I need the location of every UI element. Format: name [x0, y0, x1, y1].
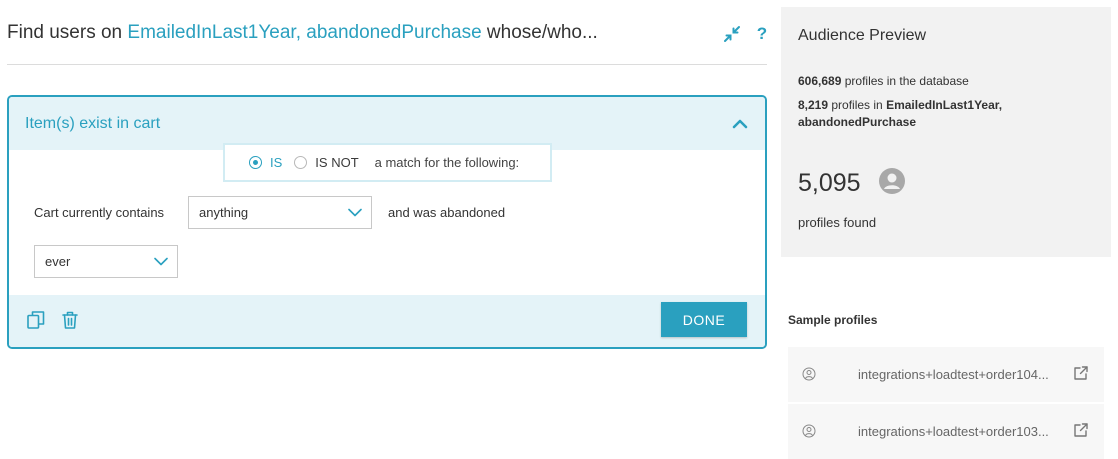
done-button[interactable]: DONE [661, 302, 747, 337]
sample-profiles-title: Sample profiles [788, 313, 878, 327]
segment-builder: Find users on EmailedInLast1Year, abando… [0, 0, 775, 458]
user-icon [879, 168, 905, 194]
radio-is-not-label[interactable]: IS NOT [315, 155, 358, 170]
cart-contents-select[interactable]: anything [188, 196, 372, 229]
radio-is-not[interactable] [294, 156, 308, 169]
found-label: profiles found [798, 215, 877, 230]
segment-count: 8,219 [798, 98, 829, 112]
radio-is[interactable] [249, 156, 262, 169]
segment-profiles-line: 8,219 profiles in EmailedInLast1Year, [798, 97, 1002, 114]
db-count: 606,689 [798, 74, 842, 88]
abandoned-label: and was abandoned [388, 205, 506, 220]
builder-header: Find users on EmailedInLast1Year, abando… [7, 0, 767, 65]
db-profiles-line: 606,689 profiles in the database [798, 73, 969, 90]
cart-contents-value: anything [199, 205, 249, 220]
radio-is-label[interactable]: IS [270, 155, 282, 170]
sample-profile-item[interactable]: integrations+loadtest+order104... [788, 347, 1104, 402]
segment-name-line2-row: abandonedPurchase [798, 114, 916, 131]
title-suffix: whose/who... [481, 22, 598, 43]
match-toggle: IS IS NOT a match for the following: [223, 143, 552, 182]
chevron-down-icon [154, 257, 168, 266]
sample-profile-item[interactable]: integrations+loadtest+order103... [788, 404, 1104, 459]
abandoned-time-select[interactable]: ever [34, 245, 178, 278]
help-icon[interactable]: ? [752, 24, 772, 44]
title-prefix: Find users on [7, 22, 128, 43]
audience-preview-panel: Audience Preview 606,689 profiles in the… [781, 7, 1111, 257]
match-text: a match for the following: [374, 155, 520, 170]
condition-title: Item(s) exist in cart [25, 115, 161, 132]
sample-profile-email: integrations+loadtest+order103... [858, 424, 1049, 439]
condition-card: Item(s) exist in cart IS IS NOT a match … [7, 95, 767, 349]
preview-title: Audience Preview [798, 27, 927, 44]
db-text: profiles in the database [841, 74, 969, 88]
chevron-down-icon [348, 208, 362, 217]
page-title: Find users on EmailedInLast1Year, abando… [7, 22, 598, 44]
chevron-up-icon[interactable] [731, 117, 749, 131]
segment-names-link[interactable]: EmailedInLast1Year, abandonedPurchase [127, 22, 481, 43]
user-outline-icon [802, 367, 816, 381]
found-count: 5,095 [798, 169, 861, 197]
condition-card-footer: DONE [9, 295, 765, 347]
trash-icon[interactable] [59, 309, 81, 331]
copy-icon[interactable] [25, 309, 47, 331]
collapse-arrows-icon[interactable] [722, 24, 742, 44]
segment-text: profiles in [828, 98, 887, 112]
segment-name-line2: abandonedPurchase [798, 115, 917, 129]
user-outline-icon [802, 424, 816, 438]
external-link-icon[interactable] [1073, 365, 1089, 381]
segment-name-line1: EmailedInLast1Year, [886, 98, 1003, 112]
sample-profile-email: integrations+loadtest+order104... [858, 367, 1049, 382]
abandoned-time-value: ever [45, 254, 71, 269]
cart-contains-label: Cart currently contains [34, 205, 165, 220]
external-link-icon[interactable] [1073, 422, 1089, 438]
